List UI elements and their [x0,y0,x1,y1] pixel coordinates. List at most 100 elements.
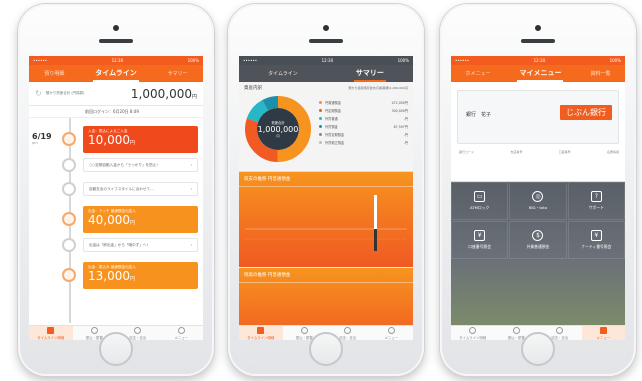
card-holder: 銀行 花子 [466,112,492,118]
tile-fx-deposit[interactable]: $ 外貨普通預金 [509,221,567,259]
status-bar: •••••• 12:30 100% [239,56,413,65]
legend-item: 外貨預金 87,597円 [319,122,408,130]
withdrawal-card[interactable]: 出金：振込み 普通預金出金入 13,000円 [83,262,198,289]
tab-summary[interactable]: サマリー [166,68,190,79]
legend-item: 外貨普通 -円 [319,114,408,122]
clock: 12:30 [111,58,124,63]
tab-my-menu[interactable]: マイメニュー [517,66,564,82]
screen-mymenu: •••••• 12:30 100% ホメニュー マイメニュー 資料一覧 銀行 花子… [451,56,625,340]
summary-content: 資産内訳 預かり資産残高合計(円換算額)1,000,000円 資産合計 1,00… [239,82,413,325]
bank-logo: じぶん銀行 [560,105,612,120]
earpiece-speaker [309,39,343,43]
legend-item: 円定期預金 300,000円 [319,106,408,114]
home-button[interactable] [521,332,555,366]
last-login: 前回ログイン：6月20日 8:49 [29,106,203,118]
chevron-right-icon: › [190,187,192,191]
tab-timeline[interactable]: タイムライン [266,68,300,79]
tab-bar: 預り明細 タイムライン サマリー [29,65,203,82]
tab-bar: タイムライン サマリー [239,65,413,82]
nav-timeline[interactable]: タイムライン明細 [29,326,73,340]
tile-account-inquiry[interactable]: ¥ 口座番号照会 [451,221,509,259]
front-camera [535,25,541,31]
panel-title: 残高の推移 円普通預金 [239,268,413,283]
tab-home-menu[interactable]: ホメニュー [463,68,492,79]
chevron-right-icon: › [190,163,192,167]
legend-item: 外貨積立預金 -円 [319,138,408,146]
info-card[interactable]: ○○定期自動入金から「うっかり」を防止! › [83,158,198,172]
tile-number-inquiry[interactable]: ¥ ナーティ番号照会 [567,221,625,259]
home-button[interactable] [99,332,133,366]
refresh-icon[interactable]: ↻ [35,89,42,98]
tile-support[interactable]: ? サポート [567,182,625,220]
front-camera [113,25,119,31]
income-trend-chart [245,195,407,251]
app-showcase: •••••• 12:30 100% 預り明細 タイムライン サマリー ↻ 預かり… [0,0,642,381]
yen-icon [300,326,308,334]
deposit-card[interactable]: 入金：振込によるご入金 10,000円 [83,126,198,153]
tab-details[interactable]: 預り明細 [42,68,66,79]
menu-grid: ▭ ATMロック ◎ BIG・toto ? サポート ¥ 口座番号照会 $ 外貨普通預金 … [451,182,625,325]
trend-bar [374,195,377,229]
phone-summary: •••••• 12:30 100% タイムライン サマリー 資産内訳 預かり資産残… [228,4,424,376]
earpiece-speaker [521,39,555,43]
info-icon [62,158,76,172]
info-icon [62,182,76,196]
nav-menu[interactable]: メニュー [581,326,625,340]
menu-icon [177,326,185,334]
front-camera [323,25,329,31]
tile-atm-lock[interactable]: ▭ ATMロック [451,182,509,220]
withdrawal-icon [62,212,76,226]
nav-timeline[interactable]: タイムライン明細 [239,326,283,340]
help-icon: ? [590,191,602,202]
menu-icon [599,326,607,334]
card-fields: 銀行コード 支店番号 口座番号 名義情報 [459,150,619,154]
phone-timeline: •••••• 12:30 100% 預り明細 タイムライン サマリー ↻ 預かり… [18,4,214,376]
dollar-icon: $ [532,230,544,241]
chevron-right-icon: › [190,243,192,247]
trend-bar [374,229,377,251]
balance-trend-panel[interactable]: 残高の推移 円普通預金 [239,268,413,325]
timeline-icon [469,326,477,334]
tab-documents[interactable]: 資料一覧 [588,68,612,79]
screen-summary: •••••• 12:30 100% タイムライン サマリー 資産内訳 預かり資産残… [239,56,413,340]
yen-icon [344,326,352,334]
home-button[interactable] [309,332,343,366]
withdrawal-card[interactable]: 出金：ラッチ 普通預金出金入 40,000円 [83,206,198,233]
tile-big-toto[interactable]: ◎ BIG・toto [509,182,567,220]
withdrawal-icon [62,268,76,282]
total-note: 預かり資産残高合計(円換算額)1,000,000円 [348,86,408,90]
battery: 100% [187,58,199,63]
building-icon: ¥ [590,230,602,241]
timeline-list: 6/19 pm 入金：振込によるご入金 10,000円 ○○定期自動入金から「うっ… [29,118,203,323]
phone-mymenu: •••••• 12:30 100% ホメニュー マイメニュー 資料一覧 銀行 花子… [440,4,636,376]
screen-timeline: •••••• 12:30 100% 預り明細 タイムライン サマリー ↻ 預かり… [29,56,203,340]
asset-breakdown-panel: 資産内訳 預かり資産残高合計(円換算額)1,000,000円 資産合計 1,00… [239,82,413,172]
nav-menu[interactable]: メニュー [160,326,204,340]
info-card[interactable]: 自動支出のライフスタイルに合わせて… › [83,182,198,196]
status-bar: •••••• 12:30 100% [451,56,625,65]
deposit-icon [62,132,76,146]
panel-title: 収支の推移 円普通預金 [239,172,413,187]
tab-summary[interactable]: サマリー [353,66,386,82]
yen-icon [556,326,564,334]
nav-timeline[interactable]: タイムライン明細 [451,326,495,340]
menu-icon [387,326,395,334]
tab-timeline[interactable]: タイムライン [93,66,139,82]
donut-center: 資産合計 1,000,000 円 [257,121,299,138]
legend-item: 外貨定期預金 -円 [319,130,408,138]
tab-bar: ホメニュー マイメニュー 資料一覧 [451,65,625,82]
income-trend-panel[interactable]: 収支の推移 円普通預金 [239,172,413,267]
card-icon: ▭ [474,191,486,202]
nav-menu[interactable]: メニュー [370,326,414,340]
carrier: •••••• [33,58,48,63]
yen-icon [134,326,142,334]
total-balance: 1,000,000円 [130,86,197,101]
yen-icon [512,326,520,334]
card-area: 銀行 花子 じぶん銀行 銀行コード 支店番号 口座番号 名義情報 [451,82,625,182]
ball-icon: ◎ [532,191,544,202]
info-card[interactable]: 出金は「即出金」から「暗中ず」へ! › [83,238,198,252]
timeline-icon [47,326,55,334]
bank-card[interactable]: 銀行 花子 じぶん銀行 [457,90,619,144]
asset-donut-chart: 資産合計 1,000,000 円 [243,94,313,164]
legend-item: 円普通預金 472,000円 [319,98,408,106]
